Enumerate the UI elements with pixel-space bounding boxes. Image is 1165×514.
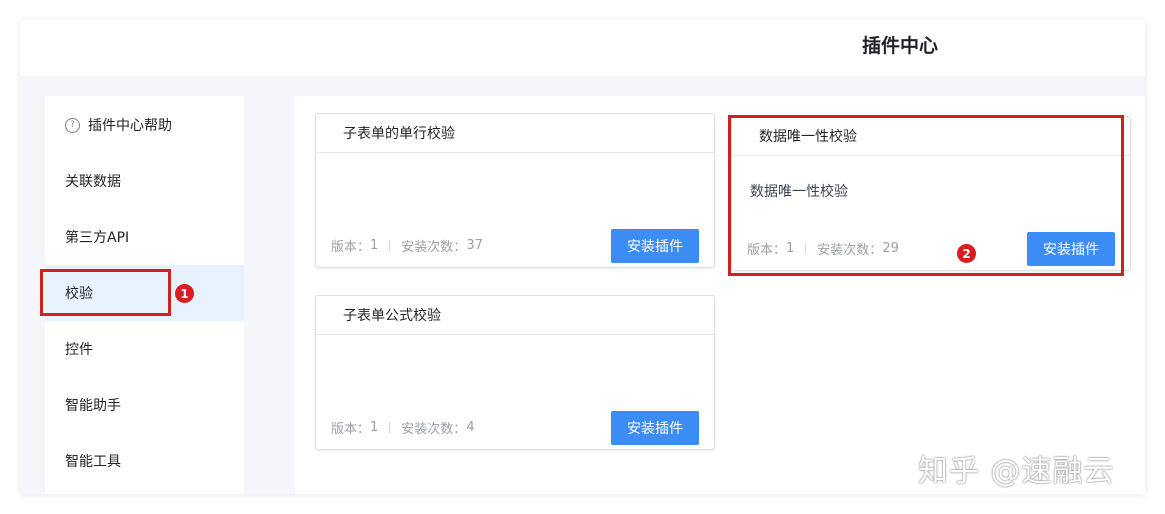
watermark: 知乎 @速融云	[918, 454, 1115, 489]
installs-value: 37	[466, 238, 483, 253]
sidebar-item-label: 控件	[65, 342, 93, 358]
sidebar-item-smart-tools[interactable]: 智能工具	[45, 433, 244, 489]
installs-value: 4	[466, 420, 475, 435]
install-plugin-button[interactable]: 安装插件	[611, 229, 699, 263]
annotation-box-1	[40, 269, 171, 316]
header-bar: 插件中心	[20, 20, 1145, 76]
sidebar-item-label: 智能工具	[65, 454, 121, 470]
question-circle-icon: ?	[65, 117, 80, 133]
installs-label: 安装次数：	[401, 422, 467, 437]
sidebar-item-label: 智能助手	[65, 398, 121, 414]
plugin-name: 子表单公式校验	[316, 296, 714, 335]
meta-divider	[389, 240, 391, 251]
plugin-card: 子表单公式校验 版本： 1 安装次数： 4 安装插件	[315, 295, 715, 450]
sidebar-item-third-party-api[interactable]: 第三方API	[45, 209, 244, 265]
install-plugin-button[interactable]: 安装插件	[611, 411, 699, 445]
sidebar-item-controls[interactable]: 控件	[45, 321, 244, 377]
annotation-badge-2: 2	[957, 244, 976, 263]
sidebar-item-label: 第三方API	[65, 230, 130, 246]
installs-label: 安装次数：	[401, 240, 467, 255]
version-value: 1	[370, 420, 379, 435]
plugin-name: 子表单的单行校验	[316, 114, 714, 153]
sidebar-item-label: 关联数据	[65, 174, 121, 190]
plugin-meta: 版本： 1 安装次数： 4	[331, 418, 475, 437]
sidebar-item-label: 插件中心帮助	[88, 118, 172, 134]
plugin-meta: 版本： 1 安装次数： 37	[331, 236, 483, 255]
version-label: 版本：	[331, 422, 371, 437]
plugin-card: 子表单的单行校验 版本： 1 安装次数： 37 安装插件	[315, 113, 715, 268]
annotation-badge-1: 1	[175, 284, 194, 303]
meta-divider	[389, 422, 391, 433]
version-label: 版本：	[331, 240, 371, 255]
version-value: 1	[370, 238, 379, 253]
page-title: 插件中心	[862, 35, 939, 57]
sidebar-item-help[interactable]: ? 插件中心帮助	[45, 97, 244, 153]
annotation-box-2	[728, 115, 1124, 276]
sidebar-item-smart-assistant[interactable]: 智能助手	[45, 377, 244, 433]
sidebar-item-related-data[interactable]: 关联数据	[45, 153, 244, 209]
